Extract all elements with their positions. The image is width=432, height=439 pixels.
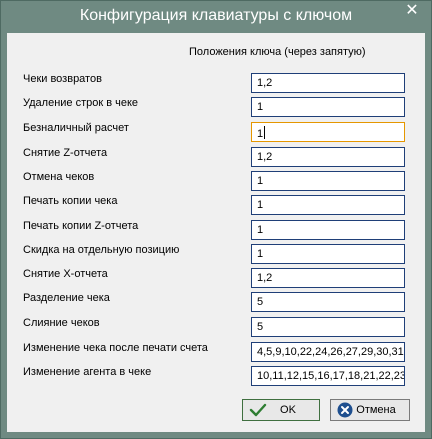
field-merge-checks[interactable]: 5 bbox=[251, 317, 405, 337]
field-edit-after-bill[interactable]: 4,5,9,10,22,24,26,27,29,30,31 bbox=[251, 342, 405, 362]
field-change-agent[interactable]: 10,11,12,15,16,17,18,21,22,23 bbox=[251, 366, 405, 386]
cancel-icon bbox=[337, 402, 353, 418]
checkmark-icon bbox=[249, 403, 267, 417]
label-merge-checks: Слияние чеков bbox=[23, 317, 100, 329]
ok-label: OK bbox=[280, 404, 296, 416]
field-value: 1,2 bbox=[257, 272, 273, 284]
field-value: 1,2 bbox=[257, 151, 273, 163]
cancel-label: Отмена bbox=[356, 404, 396, 416]
label-change-agent: Изменение агента в чеке bbox=[23, 366, 152, 378]
text-caret bbox=[264, 126, 266, 139]
field-split-check[interactable]: 5 bbox=[251, 292, 405, 312]
label-return-checks: Чеки возвратов bbox=[23, 73, 102, 85]
dialog-content: Положения ключа (через запятую) Чеки воз… bbox=[7, 33, 425, 432]
field-value: 1,2 bbox=[257, 77, 273, 89]
label-z-report: Снятие Z-отчета bbox=[23, 147, 108, 159]
field-cashless-payment[interactable]: 1 bbox=[251, 122, 405, 142]
field-return-checks[interactable]: 1,2 bbox=[251, 73, 405, 93]
field-z-report[interactable]: 1,2 bbox=[251, 147, 405, 167]
field-x-report[interactable]: 1,2 bbox=[251, 268, 405, 288]
field-cancel-checks[interactable]: 1 bbox=[251, 171, 405, 191]
label-delete-lines: Удаление строк в чеке bbox=[23, 97, 139, 109]
field-value: 1 bbox=[257, 224, 264, 236]
field-value: 10,11,12,15,16,17,18,21,22,23 bbox=[257, 370, 405, 382]
field-value: 1 bbox=[257, 128, 264, 140]
ok-button[interactable]: OK bbox=[242, 399, 320, 421]
label-x-report: Снятие X-отчета bbox=[23, 268, 108, 280]
field-print-z-copy[interactable]: 1 bbox=[251, 220, 405, 240]
title-bar[interactable]: Конфигурация клавиатуры с ключом ✕ bbox=[1, 1, 431, 33]
window-title: Конфигурация клавиатуры с ключом bbox=[79, 7, 353, 24]
field-value: 1 bbox=[257, 199, 264, 211]
label-print-check-copy: Печать копии чека bbox=[23, 195, 118, 207]
field-delete-lines[interactable]: 1 bbox=[251, 97, 405, 117]
label-cashless-payment: Безналичный расчет bbox=[23, 122, 129, 134]
close-icon[interactable]: ✕ bbox=[399, 1, 425, 21]
label-item-discount: Скидка на отдельную позицию bbox=[23, 244, 180, 256]
field-value: 1 bbox=[257, 175, 264, 187]
field-value: 5 bbox=[257, 296, 264, 308]
field-value: 5 bbox=[257, 321, 264, 333]
label-edit-after-bill: Изменение чека после печати счета bbox=[23, 342, 208, 354]
cancel-button[interactable]: Отмена bbox=[330, 399, 410, 421]
field-print-check-copy[interactable]: 1 bbox=[251, 195, 405, 215]
dialog-window: Конфигурация клавиатуры с ключом ✕ Полож… bbox=[0, 0, 432, 439]
label-print-z-copy: Печать копии Z-отчета bbox=[23, 220, 139, 232]
field-value: 1 bbox=[257, 101, 264, 113]
label-cancel-checks: Отмена чеков bbox=[23, 171, 95, 183]
field-value: 1 bbox=[257, 248, 264, 260]
field-value: 4,5,9,10,22,24,26,27,29,30,31 bbox=[257, 346, 404, 358]
column-header: Положения ключа (через запятую) bbox=[189, 46, 366, 58]
label-split-check: Разделение чека bbox=[23, 292, 110, 304]
field-item-discount[interactable]: 1 bbox=[251, 244, 405, 264]
